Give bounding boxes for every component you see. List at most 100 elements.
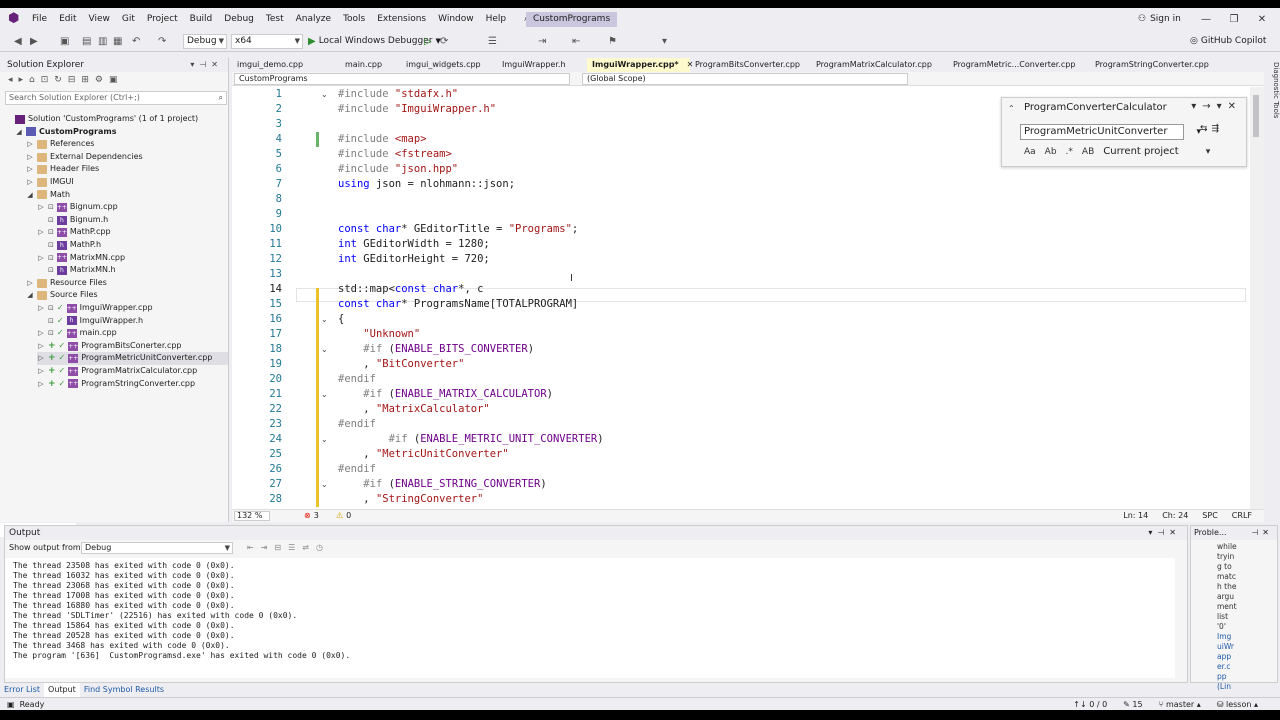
menu-edit[interactable]: Edit — [53, 8, 82, 31]
tree-item[interactable]: ▷ + ✓ ++ ProgramMetricUnitConverter.cpp — [37, 352, 228, 365]
expand-arrow-icon[interactable]: ▷ — [26, 277, 34, 290]
find-input[interactable]: ProgramConverterCalculator — [1024, 102, 1167, 113]
expand-arrow-icon[interactable]: ◢ — [26, 289, 34, 302]
tree-item[interactable]: ◢ Source Files — [26, 289, 228, 302]
solution-toolbar-icons[interactable]: ◂▸⌂⊡↻⊟⊞⚙▣ — [8, 75, 123, 85]
tab-error-list[interactable]: Error List — [0, 683, 44, 697]
document-tab[interactable]: ProgramBitsConverter.cpp — [690, 58, 811, 72]
menu-git[interactable]: Git — [116, 8, 141, 31]
problem-link[interactable]: app — [1217, 652, 1257, 662]
attach-icon[interactable]: ⟳ — [440, 34, 448, 49]
edits-indicator[interactable]: ✎ 15 — [1123, 698, 1142, 711]
project-badge[interactable]: CustomPrograms — [526, 12, 618, 27]
problem-link[interactable]: Img — [1217, 632, 1257, 642]
problem-link[interactable]: pp — [1217, 672, 1257, 682]
scrollbar-thumb[interactable] — [1253, 95, 1259, 137]
project-nav-select[interactable]: CustomPrograms — [234, 73, 570, 85]
tree-item[interactable]: Solution 'CustomPrograms' (1 of 1 projec… — [4, 113, 228, 126]
undo-icon[interactable]: ↶ — [132, 34, 140, 49]
expand-arrow-icon[interactable]: ▷ — [26, 151, 34, 164]
expand-arrow-icon[interactable]: ▷ — [37, 352, 45, 365]
close-icon[interactable]: ✕ — [1248, 8, 1276, 31]
document-tab[interactable]: imgui_widgets.cpp — [401, 58, 497, 72]
menu-view[interactable]: View — [83, 8, 116, 31]
document-tab[interactable]: ImguiWrapper.h — [497, 58, 587, 72]
document-tab[interactable]: ProgramMatrixCalculator.cpp — [811, 58, 948, 72]
back-icon[interactable]: ◀ — [14, 34, 22, 49]
line-ending[interactable]: CRLF — [1232, 510, 1252, 522]
output-source-select[interactable]: Debug ▼ — [81, 542, 233, 554]
tab-output[interactable]: Output — [44, 683, 80, 697]
menu-project[interactable]: Project — [141, 8, 184, 31]
vertical-scrollbar[interactable] — [1250, 87, 1264, 509]
document-tab[interactable]: imgui_demo.cpp — [232, 58, 340, 72]
tree-item[interactable]: ▷ + ✓ ++ ProgramStringConverter.cpp — [37, 378, 228, 391]
replace-input[interactable]: ProgramMetricUnitConverter ▾ — [1020, 124, 1201, 140]
menu-file[interactable]: File — [26, 8, 53, 31]
tree-item[interactable]: ▷ + ✓ ++ ProgramBitsConerter.cpp — [37, 340, 228, 353]
fold-toggle-icon[interactable]: ⌄ — [321, 312, 328, 327]
sign-in-button[interactable]: ⚇ Sign in — [1138, 8, 1181, 31]
overflow-icon[interactable]: ▾ — [662, 34, 667, 49]
tree-item[interactable]: ⊡ ✓ h ImguiWrapper.h — [37, 315, 228, 328]
tree-item[interactable]: ⊡ h MatrixMN.h — [37, 264, 228, 277]
tree-item[interactable]: ▷ ⊡ ✓ ++ ImguiWrapper.cpp — [37, 302, 228, 315]
save-all-icon[interactable]: ▦ — [113, 34, 122, 49]
configuration-select[interactable]: Debug ▼ — [183, 34, 227, 49]
problem-link[interactable]: uiWr — [1217, 642, 1257, 652]
document-tab[interactable]: ProgramMetric...Converter.cpp — [948, 58, 1090, 72]
diagnostic-tools-tab[interactable]: Diagnostic Tools — [1264, 58, 1280, 522]
match-word-toggle[interactable]: Ab — [1045, 147, 1057, 157]
regex-toggle[interactable]: .* — [1066, 147, 1073, 157]
expand-arrow-icon[interactable]: ▷ — [37, 226, 45, 239]
zoom-select[interactable]: 132 % — [234, 511, 270, 521]
platform-select[interactable]: x64 ▼ — [231, 34, 303, 49]
expand-replace-icon[interactable]: ⌃ — [1008, 104, 1015, 113]
menu-build[interactable]: Build — [184, 8, 219, 31]
github-copilot-button[interactable]: ◎ GitHub Copilot — [1190, 34, 1266, 49]
expand-arrow-icon[interactable]: ◢ — [26, 189, 34, 202]
expand-arrow-icon[interactable]: ▷ — [37, 378, 45, 391]
tree-item[interactable]: ⊡ h MathP.h — [37, 239, 228, 252]
panel-controls[interactable]: ▾⊣✕ — [1148, 526, 1181, 540]
fold-toggle-icon[interactable]: ⌄ — [321, 342, 328, 357]
branch-indicator[interactable]: ⑂ master ▴ — [1159, 698, 1201, 711]
changes-indicator[interactable]: ↑↓ 0 / 0 — [1073, 698, 1107, 711]
menu-extensions[interactable]: Extensions — [371, 8, 432, 31]
panel-controls[interactable]: ▾⊣✕ — [190, 58, 223, 72]
open-icon[interactable]: ▤ — [82, 34, 91, 49]
expand-arrow-icon[interactable]: ▷ — [26, 138, 34, 151]
expand-arrow-icon[interactable]: ▷ — [37, 340, 45, 353]
fold-toggle-icon[interactable]: ⌄ — [321, 477, 328, 492]
fold-toggle-icon[interactable]: ⌄ — [321, 87, 328, 102]
tree-item[interactable]: ◢ Math — [26, 189, 228, 202]
tree-item[interactable]: ▷ ⊡ ++ MathP.cpp — [37, 226, 228, 239]
problem-link[interactable]: (Lin — [1217, 682, 1257, 692]
panel-controls[interactable]: ⊣✕ — [1251, 526, 1273, 540]
tree-item[interactable]: ▷ IMGUI — [26, 176, 228, 189]
minimize-icon[interactable]: — — [1192, 8, 1220, 31]
repo-indicator[interactable]: ⛁ lesson ▴ — [1217, 698, 1258, 711]
fold-toggle-icon[interactable]: ⌄ — [321, 432, 328, 447]
menu-debug[interactable]: Debug — [218, 8, 260, 31]
expand-arrow-icon[interactable]: ▷ — [37, 327, 45, 340]
menu-analyze[interactable]: Analyze — [290, 8, 337, 31]
fold-toggle-icon[interactable]: ⌄ — [321, 387, 328, 402]
toolbar-options-icon[interactable]: ☰ — [488, 34, 497, 49]
tree-item[interactable]: ▷ References — [26, 138, 228, 151]
expand-arrow-icon[interactable]: ▷ — [37, 252, 45, 265]
find-controls[interactable]: ▾→▾✕ — [1191, 101, 1242, 112]
menu-test[interactable]: Test — [260, 8, 290, 31]
menu-window[interactable]: Window — [432, 8, 480, 31]
search-scope-select[interactable]: Current project — [1103, 146, 1178, 157]
expand-arrow-icon[interactable]: ▷ — [37, 302, 45, 315]
tree-item[interactable]: ▷ Header Files — [26, 163, 228, 176]
output-toolbar-icons[interactable]: ⇤⇥⊟☰⇌◷ — [247, 540, 330, 556]
solution-search-input[interactable]: Search Solution Explorer (Ctrl+;) ⌕ — [5, 91, 227, 105]
tree-item[interactable]: ⊡ h Bignum.h — [37, 214, 228, 227]
preserve-case-toggle[interactable]: AB — [1082, 147, 1094, 157]
document-tab[interactable]: ImguiWrapper.cpp* ✕ — [587, 58, 693, 72]
expand-arrow-icon[interactable]: ▷ — [26, 176, 34, 189]
expand-arrow-icon[interactable]: ▷ — [26, 163, 34, 176]
document-tab[interactable]: ProgramStringConverter.cpp — [1090, 58, 1230, 72]
